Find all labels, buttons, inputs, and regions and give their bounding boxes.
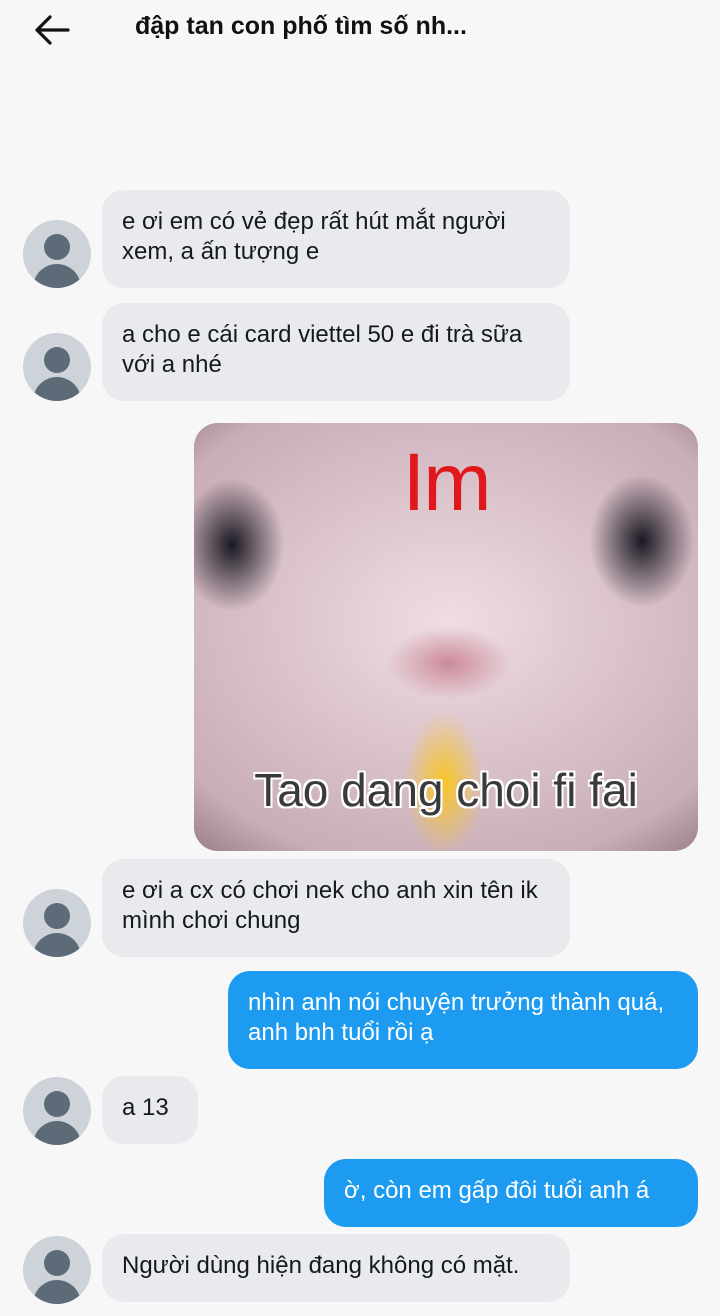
message-bubble-incoming[interactable]: Người dùng hiện đang không có mặt.	[102, 1234, 570, 1302]
sender-avatar[interactable]	[23, 220, 91, 288]
default-avatar-icon	[44, 234, 70, 260]
default-avatar-icon	[44, 1091, 70, 1117]
message-bubble-incoming[interactable]: e ơi em có vẻ đẹp rất hút mắt người xem,…	[102, 190, 570, 288]
conversation-title[interactable]: đập tan con phố tìm số nh...	[135, 12, 467, 41]
message-bubble-outgoing[interactable]: nhìn anh nói chuyện trưởng thành quá, an…	[228, 971, 698, 1069]
meme-image-message[interactable]: Im Tao dang choi fi fai	[194, 423, 698, 851]
message-bubble-outgoing[interactable]: ờ, còn em gấp đôi tuổi anh á	[324, 1159, 698, 1227]
default-avatar-icon	[44, 347, 70, 373]
meme-top-caption: Im	[402, 437, 491, 528]
sender-avatar[interactable]	[23, 1236, 91, 1304]
sender-avatar[interactable]	[23, 889, 91, 957]
meme-bottom-caption: Tao dang choi fi fai	[254, 764, 638, 816]
default-avatar-icon	[44, 903, 70, 929]
arrow-left-icon	[35, 15, 70, 45]
message-bubble-incoming[interactable]: a cho e cái card viettel 50 e đi trà sữa…	[102, 303, 570, 401]
message-bubble-incoming[interactable]: a 13	[102, 1076, 198, 1144]
back-button[interactable]	[30, 8, 78, 52]
sender-avatar[interactable]	[23, 333, 91, 401]
sender-avatar[interactable]	[23, 1077, 91, 1145]
chat-header: đập tan con phố tìm số nh...	[0, 0, 720, 62]
default-avatar-icon	[44, 1250, 70, 1276]
message-bubble-incoming[interactable]: e ơi a cx có chơi nek cho anh xin tên ik…	[102, 859, 570, 957]
